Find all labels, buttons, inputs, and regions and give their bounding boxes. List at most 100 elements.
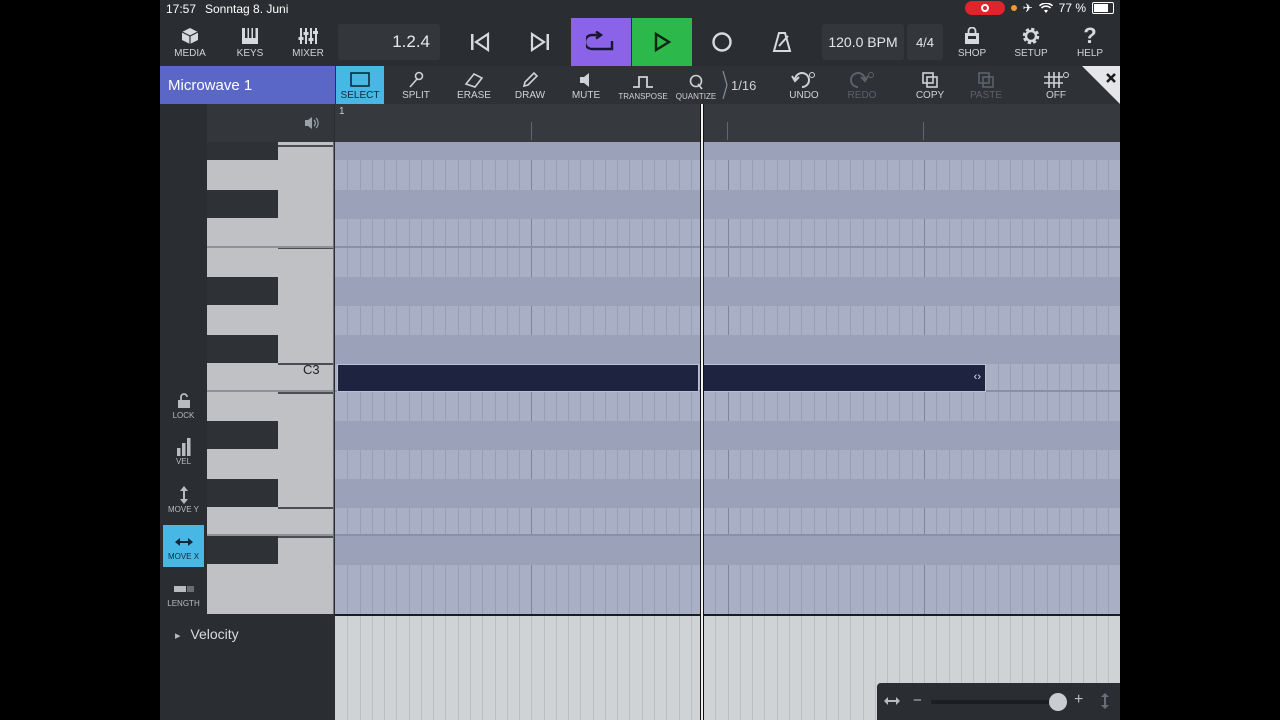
velocity-grid-line <box>347 616 349 720</box>
keys-label: KEYS <box>236 47 264 59</box>
move-y-button[interactable]: MOVE Y <box>163 478 204 520</box>
velocity-grid-line <box>629 616 631 720</box>
tool-erase-label: ERASE <box>457 90 491 101</box>
grid-label: OFF <box>1046 90 1066 101</box>
playhead[interactable] <box>700 104 704 720</box>
mixer-label: MIXER <box>292 47 324 59</box>
velocity-grid-line <box>531 616 533 720</box>
tool-transpose[interactable]: TRANSPOSE <box>618 66 668 104</box>
tool-erase[interactable]: ERASE <box>454 66 494 104</box>
velocity-grid-line <box>420 616 422 720</box>
rewind-button[interactable] <box>450 18 510 66</box>
shop-button[interactable]: SHOP <box>954 18 990 66</box>
tool-draw-label: DRAW <box>514 90 546 101</box>
black-key[interactable] <box>207 479 278 507</box>
white-key-divider <box>278 392 334 394</box>
paste-label: PASTE <box>969 90 1003 101</box>
horizontal-zoom-icon[interactable] <box>884 696 900 706</box>
black-key[interactable] <box>207 536 278 564</box>
move-x-button[interactable]: MOVE X <box>163 525 204 567</box>
close-editor-button[interactable] <box>1082 66 1120 104</box>
shop-bag-icon <box>961 26 983 46</box>
velocity-grid-line <box>715 616 717 720</box>
keys-button[interactable]: KEYS <box>232 18 268 66</box>
keys-icon <box>239 26 261 46</box>
black-key[interactable] <box>207 190 278 218</box>
quantize-value-selector[interactable]: 1/16 <box>722 66 766 104</box>
midi-note[interactable] <box>337 364 699 392</box>
undo-label: UNDO <box>789 90 819 101</box>
black-key-lane <box>335 277 1120 306</box>
record-icon <box>712 32 732 52</box>
velocity-header: ▸ Velocity <box>160 614 335 720</box>
move-x-label: MOVE X <box>167 551 200 561</box>
record-button[interactable] <box>692 18 752 66</box>
black-key[interactable] <box>207 335 278 363</box>
piano-keyboard[interactable]: C3 <box>207 142 334 614</box>
tool-quantize[interactable]: QUANTIZE <box>674 66 718 104</box>
zoom-out-button[interactable]: − <box>913 692 922 709</box>
velocity-grid-line <box>654 616 656 720</box>
black-key[interactable] <box>207 277 278 305</box>
eraser-icon <box>464 70 484 90</box>
tool-draw[interactable]: DRAW <box>510 66 550 104</box>
vel-button[interactable]: VEL <box>163 430 204 472</box>
velocity-grid-line <box>592 616 594 720</box>
copy-button[interactable]: COPY <box>910 66 950 104</box>
tool-split-label: SPLIT <box>402 90 430 101</box>
setup-button[interactable]: SETUP <box>1013 18 1049 66</box>
velocity-grid-line <box>690 616 692 720</box>
zoom-slider[interactable] <box>931 700 1057 704</box>
time-signature-display[interactable]: 4/4 <box>907 24 943 60</box>
velocity-grid-line <box>666 616 668 720</box>
cycle-button[interactable] <box>571 18 631 66</box>
status-time: 17:57 <box>166 2 197 16</box>
vertical-zoom-icon[interactable] <box>1101 693 1109 709</box>
metronome-button[interactable] <box>752 18 812 66</box>
velocity-grid-line <box>519 616 521 720</box>
velocity-grid-line <box>862 616 864 720</box>
undo-button[interactable]: UNDO <box>782 66 826 104</box>
black-key-lane <box>335 142 1120 160</box>
zoom-in-button[interactable]: + <box>1074 691 1083 709</box>
preview-speaker-icon[interactable] <box>304 115 320 131</box>
length-icon <box>173 579 195 599</box>
resize-handle-icon[interactable]: ‹› <box>974 371 981 383</box>
grid-toggle[interactable]: OFF <box>1036 66 1076 104</box>
grid-icon <box>1043 70 1069 90</box>
tempo-display[interactable]: 120.0 BPM <box>822 24 904 60</box>
zoom-slider-knob[interactable] <box>1049 693 1067 711</box>
speaker-icon <box>578 70 594 90</box>
velocity-grid-line <box>641 616 643 720</box>
timeline-ruler[interactable]: 1 <box>335 104 1120 142</box>
velocity-grid-line <box>359 616 361 720</box>
piano-roll-grid[interactable]: ‹› <box>335 142 1120 614</box>
velocity-grid-line <box>433 616 435 720</box>
mixer-button[interactable]: MIXER <box>290 18 326 66</box>
tool-select[interactable]: SELECT <box>336 66 384 104</box>
velocity-bars-icon <box>176 437 192 457</box>
velocity-toggle[interactable]: ▸ Velocity <box>175 626 239 642</box>
media-button[interactable]: MEDIA <box>172 18 208 66</box>
mic-indicator-icon <box>1010 5 1017 11</box>
play-button[interactable] <box>632 18 692 66</box>
black-key[interactable] <box>207 421 278 449</box>
forward-button[interactable] <box>510 18 570 66</box>
velocity-grid-line <box>580 616 582 720</box>
velocity-grid-line <box>752 616 754 720</box>
tool-mute[interactable]: MUTE <box>566 66 606 104</box>
redo-label: REDO <box>847 90 877 101</box>
move-y-label: MOVE Y <box>168 504 199 514</box>
length-button[interactable]: LENGTH <box>163 572 204 614</box>
track-name[interactable]: Microwave 1 <box>160 66 335 104</box>
paste-button[interactable]: PASTE <box>966 66 1006 104</box>
gear-icon <box>1020 26 1042 46</box>
tool-split[interactable]: SPLIT <box>396 66 436 104</box>
redo-button[interactable]: REDO <box>840 66 884 104</box>
black-key[interactable] <box>207 142 278 160</box>
position-display[interactable]: 1.2.4 <box>338 24 440 60</box>
lock-button[interactable]: LOCK <box>163 384 204 426</box>
midi-note[interactable]: ‹› <box>703 364 986 392</box>
close-icon <box>1082 66 1120 104</box>
help-button[interactable]: ? HELP <box>1072 18 1108 66</box>
